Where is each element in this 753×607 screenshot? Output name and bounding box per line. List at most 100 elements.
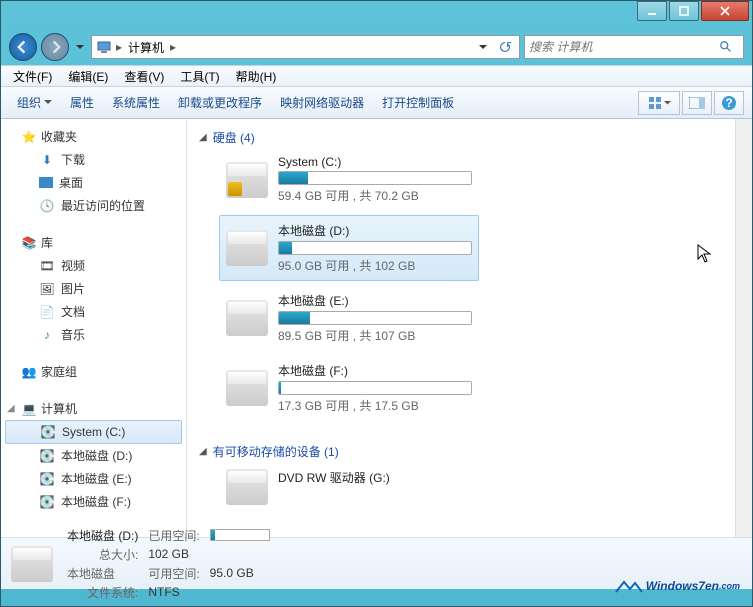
menu-view[interactable]: 查看(V) bbox=[116, 66, 172, 87]
capacity-bar bbox=[278, 171, 472, 185]
maximize-button[interactable] bbox=[669, 1, 699, 21]
library-icon: 📚 bbox=[21, 235, 37, 251]
drive-name: 本地磁盘 (E:) bbox=[278, 292, 472, 309]
menu-bar: 文件(F) 编辑(E) 查看(V) 工具(T) 帮助(H) bbox=[1, 65, 752, 87]
nav-documents[interactable]: 📄文档 bbox=[1, 300, 186, 323]
back-button[interactable] bbox=[9, 33, 37, 61]
menu-tools[interactable]: 工具(T) bbox=[172, 66, 227, 87]
refresh-button[interactable] bbox=[495, 37, 515, 57]
drive-icon: 💽 bbox=[39, 448, 55, 464]
drive-space: 17.3 GB 可用 , 共 17.5 GB bbox=[278, 397, 472, 414]
size-label: 总大小: bbox=[67, 546, 138, 563]
document-icon: 📄 bbox=[39, 304, 55, 320]
collapse-icon: ◢ bbox=[199, 446, 207, 457]
desktop-icon bbox=[39, 177, 53, 188]
drive-space: 89.5 GB 可用 , 共 107 GB bbox=[278, 327, 472, 344]
drive-dvd-g[interactable]: DVD RW 驱动器 (G:) bbox=[219, 462, 479, 512]
help-button[interactable]: ? bbox=[714, 91, 744, 115]
drive-icon bbox=[11, 546, 53, 582]
drive-icon: 💽 bbox=[39, 471, 55, 487]
menu-file[interactable]: 文件(F) bbox=[5, 66, 60, 87]
drive-name: System (C:) bbox=[278, 155, 472, 169]
content-pane: ◢硬盘 (4) System (C:) 59.4 GB 可用 , 共 70.2 … bbox=[187, 119, 735, 537]
nav-drive-c[interactable]: 💽System (C:) bbox=[5, 420, 182, 444]
drive-space: 95.0 GB 可用 , 共 102 GB bbox=[278, 257, 472, 274]
size-value: 102 GB bbox=[148, 547, 199, 561]
address-bar[interactable]: ▸ 计算机 ▸ bbox=[91, 35, 520, 59]
nav-homegroup-header[interactable]: 👥家庭组 bbox=[1, 360, 186, 383]
computer-icon: 💻 bbox=[21, 401, 37, 417]
section-removable-header[interactable]: ◢有可移动存储的设备 (1) bbox=[199, 441, 723, 462]
search-input[interactable] bbox=[529, 40, 719, 54]
titlebar bbox=[1, 1, 752, 29]
nav-desktop[interactable]: 桌面 bbox=[1, 171, 186, 194]
cmd-uninstall[interactable]: 卸载或更改程序 bbox=[170, 90, 270, 115]
cmd-map-drive[interactable]: 映射网络驱动器 bbox=[272, 90, 372, 115]
nav-videos[interactable]: 🎞视频 bbox=[1, 254, 186, 277]
drive-name: 本地磁盘 (D:) bbox=[278, 222, 472, 239]
recent-icon: 🕓 bbox=[39, 198, 55, 214]
watermark: Windows7en.com bbox=[614, 574, 740, 598]
nav-recent[interactable]: 🕓最近访问的位置 bbox=[1, 194, 186, 217]
cursor-icon bbox=[697, 244, 713, 264]
history-dropdown[interactable] bbox=[73, 36, 87, 58]
nav-pictures[interactable]: 🖼图片 bbox=[1, 277, 186, 300]
nav-toolbar: ▸ 计算机 ▸ bbox=[1, 29, 752, 65]
nav-downloads[interactable]: ⬇下载 bbox=[1, 148, 186, 171]
cmd-control-panel[interactable]: 打开控制面板 bbox=[374, 90, 462, 115]
breadcrumb-separator[interactable]: ▸ bbox=[116, 40, 122, 54]
menu-help[interactable]: 帮助(H) bbox=[228, 66, 285, 87]
star-icon: ⭐ bbox=[21, 129, 37, 145]
expand-icon[interactable]: ◢ bbox=[7, 403, 15, 414]
menu-edit[interactable]: 编辑(E) bbox=[60, 66, 116, 87]
preview-pane-button[interactable] bbox=[682, 91, 712, 115]
search-icon bbox=[719, 40, 733, 54]
drive-local-f[interactable]: 本地磁盘 (F:) 17.3 GB 可用 , 共 17.5 GB bbox=[219, 355, 479, 421]
capacity-bar bbox=[278, 381, 472, 395]
dvd-drive-icon bbox=[226, 469, 268, 505]
collapse-icon: ◢ bbox=[199, 132, 207, 143]
free-space-value: 95.0 GB bbox=[210, 566, 270, 580]
details-pane: 本地磁盘 (D:) 已用空间: 总大小: 102 GB 本地磁盘 可用空间: 9… bbox=[1, 537, 752, 589]
nav-music[interactable]: ♪音乐 bbox=[1, 323, 186, 346]
section-hdd-header[interactable]: ◢硬盘 (4) bbox=[199, 127, 723, 148]
fs-label: 文件系统: bbox=[67, 584, 138, 601]
drive-icon: 💽 bbox=[40, 424, 56, 440]
nav-favorites-header[interactable]: ⭐收藏夹 bbox=[1, 125, 186, 148]
cmd-system-properties[interactable]: 系统属性 bbox=[104, 90, 168, 115]
command-bar: 组织 属性 系统属性 卸载或更改程序 映射网络驱动器 打开控制面板 ? bbox=[1, 87, 752, 119]
drive-space: 59.4 GB 可用 , 共 70.2 GB bbox=[278, 187, 472, 204]
vertical-scrollbar[interactable] bbox=[735, 119, 752, 537]
breadcrumb-separator[interactable]: ▸ bbox=[170, 40, 176, 54]
drive-local-e[interactable]: 本地磁盘 (E:) 89.5 GB 可用 , 共 107 GB bbox=[219, 285, 479, 351]
search-box[interactable] bbox=[524, 35, 744, 59]
drive-system-c[interactable]: System (C:) 59.4 GB 可用 , 共 70.2 GB bbox=[219, 148, 479, 211]
cmd-properties[interactable]: 属性 bbox=[62, 90, 102, 115]
nav-computer-header[interactable]: ◢💻计算机 bbox=[1, 397, 186, 420]
download-icon: ⬇ bbox=[39, 152, 55, 168]
drive-icon: 💽 bbox=[39, 494, 55, 510]
picture-icon: 🖼 bbox=[39, 281, 55, 297]
drive-icon bbox=[226, 230, 268, 266]
close-button[interactable] bbox=[701, 1, 749, 21]
music-icon: ♪ bbox=[39, 327, 55, 343]
nav-drive-f[interactable]: 💽本地磁盘 (F:) bbox=[1, 490, 186, 513]
capacity-bar bbox=[278, 311, 472, 325]
drive-icon bbox=[226, 162, 268, 198]
forward-button[interactable] bbox=[41, 33, 69, 61]
video-icon: 🎞 bbox=[39, 258, 55, 274]
nav-drive-e[interactable]: 💽本地磁盘 (E:) bbox=[1, 467, 186, 490]
drive-icon bbox=[226, 370, 268, 406]
address-dropdown[interactable] bbox=[473, 37, 493, 57]
svg-text:?: ? bbox=[725, 96, 732, 110]
drive-local-d[interactable]: 本地磁盘 (D:) 95.0 GB 可用 , 共 102 GB bbox=[219, 215, 479, 281]
body: ⭐收藏夹 ⬇下载 桌面 🕓最近访问的位置 📚库 🎞视频 🖼图片 📄文档 ♪音乐 … bbox=[1, 119, 752, 537]
nav-libraries-header[interactable]: 📚库 bbox=[1, 231, 186, 254]
free-space-label: 可用空间: bbox=[148, 565, 199, 582]
fs-value: NTFS bbox=[148, 585, 199, 599]
minimize-button[interactable] bbox=[637, 1, 667, 21]
breadcrumb-computer[interactable]: 计算机 bbox=[126, 39, 166, 56]
cmd-organize[interactable]: 组织 bbox=[9, 90, 60, 115]
nav-drive-d[interactable]: 💽本地磁盘 (D:) bbox=[1, 444, 186, 467]
view-mode-button[interactable] bbox=[638, 91, 680, 115]
